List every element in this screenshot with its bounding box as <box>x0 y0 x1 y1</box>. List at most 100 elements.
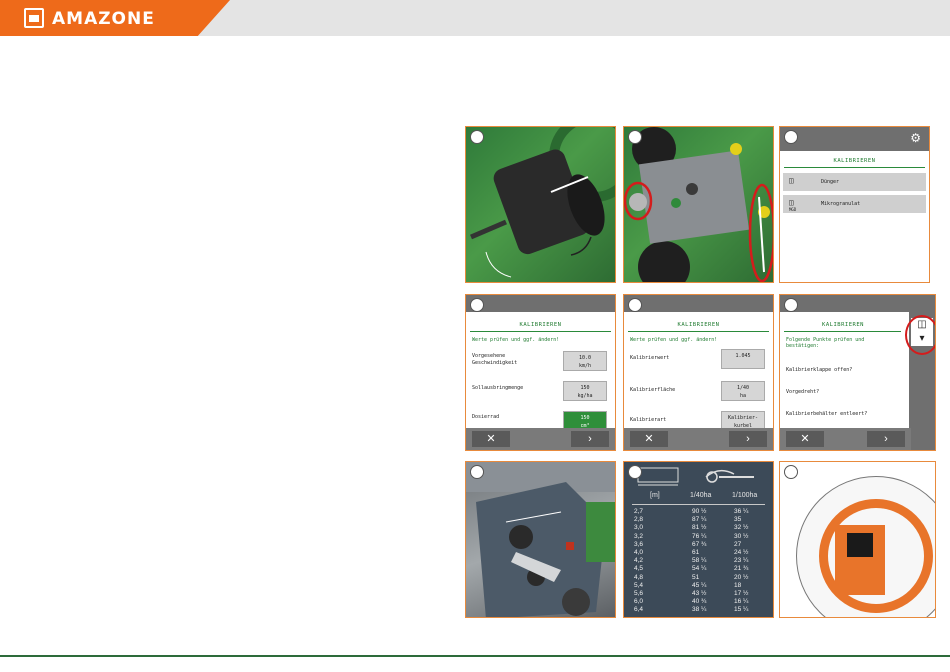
title-divider <box>628 331 769 332</box>
table-cell: 6,4 <box>634 606 644 614</box>
table-cell: 36 ¼ <box>734 508 749 515</box>
table-cell: 2,8 <box>634 516 644 524</box>
step-number <box>470 298 484 312</box>
step-number <box>784 130 798 144</box>
brand-banner: AMAZONE <box>0 0 230 36</box>
field-label-rate: Sollausbringmenge <box>472 385 524 391</box>
next-button[interactable]: › <box>571 431 609 447</box>
table-cell: 5,4 <box>634 581 644 589</box>
footer-line <box>0 655 950 657</box>
screen-subtitle: Folgende Punkte prüfen und bestätigen: <box>786 337 865 349</box>
panel-4-values-check: KALIBRIEREN Werte prüfen und ggf. ändern… <box>465 294 616 451</box>
menu-item-microgranulate[interactable]: ◫ MGD Mikrogranulat <box>783 195 926 213</box>
speed-value-field[interactable]: 10.0 km/h <box>563 351 607 371</box>
field-label-calibration-area: Kalibrierfläche <box>630 387 676 393</box>
rate-value-field[interactable]: 150 kg/ha <box>563 381 607 401</box>
terminal-topbar <box>466 295 615 312</box>
calibration-area-field[interactable]: 1/40 ha <box>721 381 765 401</box>
field-unit: kg/ha <box>577 393 593 399</box>
cancel-button[interactable]: ✕ <box>630 431 668 447</box>
title-divider <box>784 167 925 168</box>
screen-subtitle: Werte prüfen und ggf. ändern! <box>630 337 718 343</box>
title-divider <box>470 331 611 332</box>
terminal-topbar <box>780 295 935 312</box>
table-cell: 4,8 <box>634 573 644 581</box>
table-cell: 45 ¼ <box>692 581 707 589</box>
table-cell: 15 ¼ <box>734 606 749 614</box>
header-divider <box>632 504 765 505</box>
table-cell: 40 ¾ <box>692 598 707 606</box>
table-cell: 81 ½ <box>692 524 707 532</box>
table-cell: 2,7 <box>634 508 644 515</box>
table-cell: 61 <box>692 549 700 556</box>
brand-name: AMAZONE <box>52 9 155 29</box>
table-cell: 35 <box>734 516 742 524</box>
column-header: 1/40ha <box>690 492 712 499</box>
table-cell: 24 ½ <box>734 549 749 556</box>
screen-title: KALIBRIEREN <box>833 158 876 164</box>
step-number <box>470 465 484 479</box>
column-header: 1/100ha <box>732 492 758 499</box>
field-value: 150 <box>580 415 590 421</box>
table-cell: 17 ½ <box>734 590 749 597</box>
field-value: 150 <box>580 385 590 391</box>
screen-title: KALIBRIEREN <box>519 322 562 328</box>
table-cell: 38 ¼ <box>692 606 707 614</box>
table-cell: 4,5 <box>634 565 644 573</box>
panel-2-photo-flap <box>623 126 774 283</box>
terminal-topbar <box>624 295 773 312</box>
panel-9-calibration-disc <box>779 461 936 618</box>
table-cell: 3,2 <box>634 532 644 540</box>
screen-title: KALIBRIEREN <box>822 322 864 328</box>
amazone-logo-icon <box>24 8 44 28</box>
menu-item-label: Dünger <box>821 179 840 185</box>
step-number <box>784 465 798 479</box>
table-cell: 18 <box>734 581 742 589</box>
screen-subtitle: Werte prüfen und ggf. ändern! <box>472 337 560 343</box>
table-cell: 51 <box>692 573 700 581</box>
table-cell: 4,2 <box>634 557 644 565</box>
hopper-icon: ◫ <box>789 198 794 207</box>
table-row: 6,4 38 ¼ 15 ¼ <box>624 606 773 616</box>
cancel-button[interactable]: ✕ <box>472 431 510 447</box>
field-value: Kalibrier- <box>727 415 759 421</box>
screen-title: KALIBRIEREN <box>677 322 720 328</box>
crank-illustration <box>466 462 615 617</box>
field-label-calibration-type: Kalibrierart <box>630 417 667 423</box>
column-header: [m] <box>650 492 660 499</box>
panel-3-calibrate-menu: ⌂ ⚙ KALIBRIEREN ◫ Dünger ◫ MGD Mikrogran… <box>779 126 930 283</box>
cancel-button[interactable]: ✕ <box>786 431 824 447</box>
table-illustration <box>637 467 754 486</box>
table-cell: 5,6 <box>634 590 644 597</box>
step-number <box>784 298 798 312</box>
field-label-speed: Vorgesehene Geschwindigkeit <box>472 353 518 366</box>
title-divider <box>784 331 901 332</box>
table-cell: 23 ¼ <box>734 557 749 565</box>
check-flap-open: Kalibrierklappe offen? <box>786 367 853 373</box>
table-cell: 87 ¼ <box>692 516 707 524</box>
flap-illustration <box>624 127 773 282</box>
field-value: 1/40 <box>736 385 750 391</box>
panel-6-checklist: KALIBRIEREN Folgende Punkte prüfen und b… <box>779 294 936 451</box>
calibration-value-field[interactable]: 1.045 <box>721 349 765 369</box>
terminal-topbar: ⌂ ⚙ <box>780 127 929 151</box>
table-cell: 90 ½ <box>692 508 707 515</box>
table-cell: 43 ½ <box>692 590 707 597</box>
table-cell: 16 ¼ <box>734 598 749 606</box>
check-container-emptied: Kalibrierbehälter entleert? <box>786 411 868 417</box>
next-button[interactable]: › <box>867 431 905 447</box>
table-cell: 6,0 <box>634 598 644 606</box>
table-cell: 54 ¼ <box>692 565 707 573</box>
menu-item-fertilizer[interactable]: ◫ Dünger <box>783 173 926 191</box>
panel-7-photo-crank <box>465 461 616 618</box>
next-button[interactable]: › <box>729 431 767 447</box>
table-cell: 32 ½ <box>734 524 749 532</box>
disc-instruction-label <box>835 525 885 595</box>
menu-item-sublabel: MGD <box>789 207 797 212</box>
hopper-icon: ◫ <box>789 176 794 185</box>
table-cell: 30 ½ <box>734 532 749 540</box>
table-cell: 4,0 <box>634 549 644 556</box>
step-number <box>628 465 642 479</box>
settings-gear-icon[interactable]: ⚙ <box>910 131 921 145</box>
field-value: 1.045 <box>735 353 751 359</box>
